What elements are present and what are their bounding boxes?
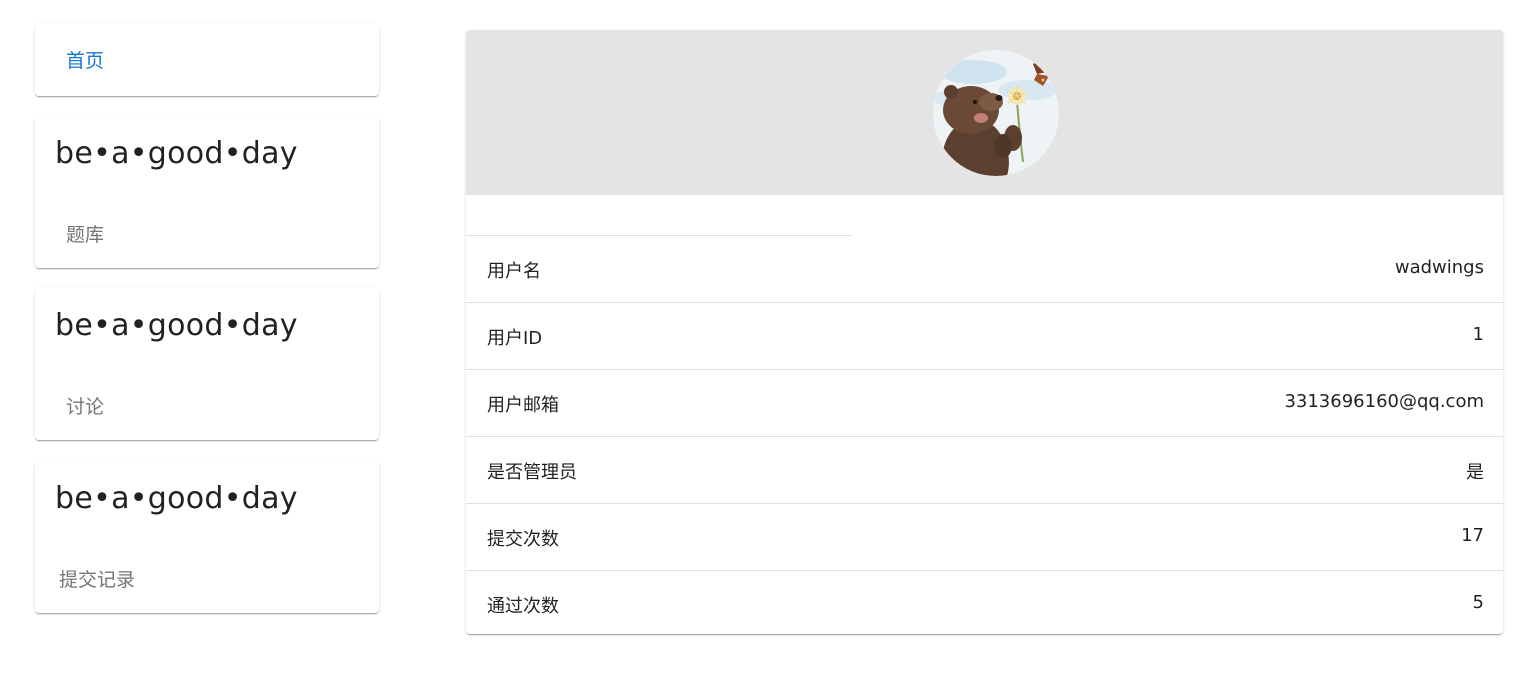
info-row-user-id: 用户ID 1 bbox=[466, 303, 1503, 370]
info-value: 是 bbox=[1466, 462, 1484, 483]
info-value: 3313696160@qq.com bbox=[1284, 391, 1484, 412]
discussion-link[interactable]: 讨论 bbox=[66, 392, 104, 419]
info-value: 17 bbox=[1461, 525, 1484, 546]
info-label: 是否管理员 bbox=[487, 462, 577, 483]
nav-card-submissions: be•a•good•day 提交记录 bbox=[35, 461, 379, 613]
bear-avatar-icon bbox=[933, 50, 1059, 176]
nav-card-problems: be•a•good•day 题库 bbox=[35, 116, 379, 268]
profile-card: 用户名 wadwings 用户ID 1 用户邮箱 3313696160@qq.c… bbox=[466, 30, 1503, 634]
info-label: 提交次数 bbox=[487, 529, 559, 550]
nav-card-discussion: be•a•good•day 讨论 bbox=[35, 288, 379, 440]
info-label: 用户邮箱 bbox=[487, 395, 559, 416]
profile-info-list: 用户名 wadwings 用户ID 1 用户邮箱 3313696160@qq.c… bbox=[466, 236, 1503, 634]
profile-tabs-area bbox=[466, 195, 1503, 236]
info-value: wadwings bbox=[1394, 257, 1484, 278]
info-row-username: 用户名 wadwings bbox=[466, 236, 1503, 303]
info-row-email: 用户邮箱 3313696160@qq.com bbox=[466, 370, 1503, 437]
profile-header bbox=[466, 30, 1503, 195]
info-value: 5 bbox=[1472, 592, 1484, 613]
card-title: be•a•good•day bbox=[55, 481, 298, 516]
info-row-submissions: 提交次数 17 bbox=[466, 504, 1503, 571]
home-link[interactable]: 首页 bbox=[66, 46, 104, 73]
submissions-link[interactable]: 提交记录 bbox=[59, 565, 135, 592]
problems-link[interactable]: 题库 bbox=[66, 220, 104, 247]
info-label: 用户ID bbox=[487, 328, 543, 349]
info-label: 用户名 bbox=[487, 261, 541, 282]
nav-home-card: 首页 bbox=[35, 24, 379, 96]
info-label: 通过次数 bbox=[487, 596, 559, 617]
info-row-admin: 是否管理员 是 bbox=[466, 437, 1503, 504]
card-title: be•a•good•day bbox=[55, 308, 298, 343]
avatar[interactable] bbox=[933, 50, 1059, 176]
info-row-accepted: 通过次数 5 bbox=[466, 571, 1503, 634]
info-value: 1 bbox=[1472, 324, 1484, 345]
card-title: be•a•good•day bbox=[55, 136, 298, 171]
